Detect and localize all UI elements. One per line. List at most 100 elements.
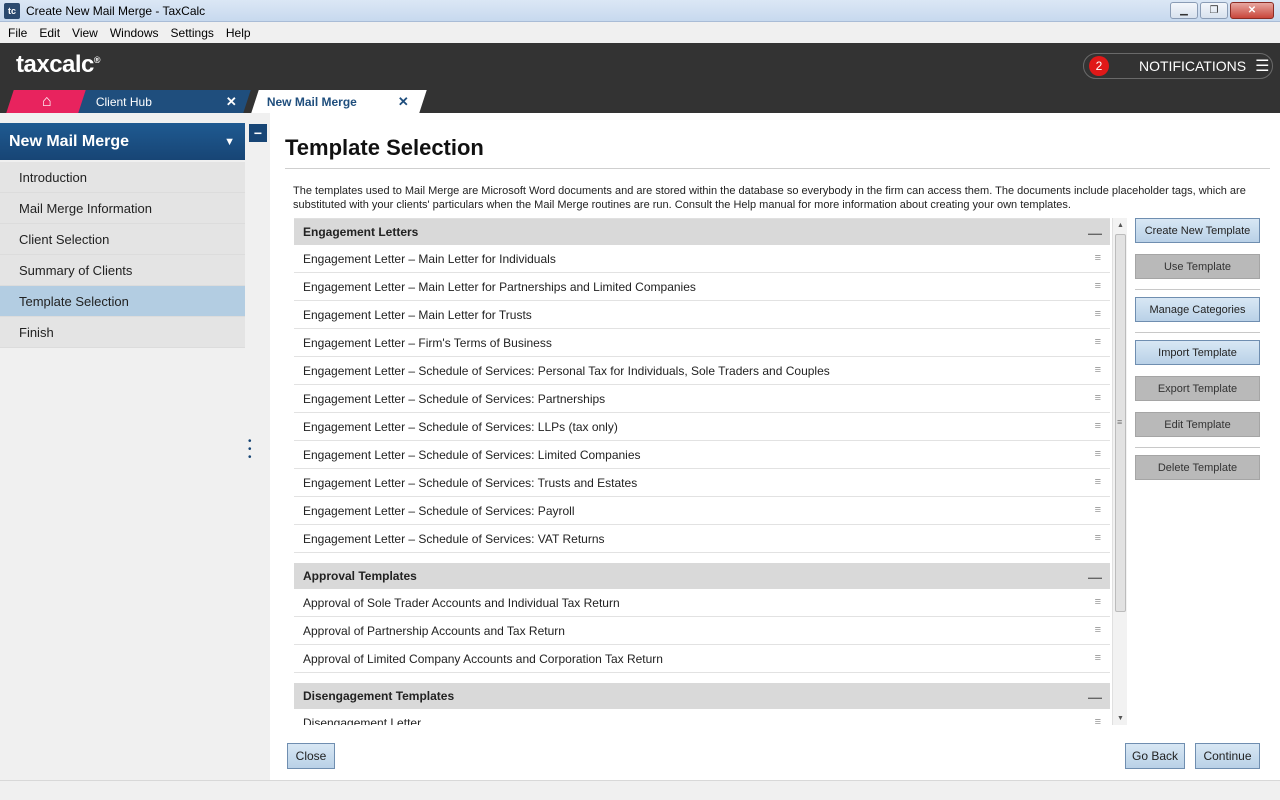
template-row[interactable]: Engagement Letter – Schedule of Services… [294, 497, 1110, 525]
drag-handle-icon[interactable]: ≡ [1095, 309, 1101, 320]
template-row[interactable]: Engagement Letter – Schedule of Services… [294, 469, 1110, 497]
continue-button[interactable]: Continue [1195, 743, 1260, 769]
template-row[interactable]: Engagement Letter – Main Letter for Indi… [294, 245, 1110, 273]
sidebar-item-template-selection[interactable]: Template Selection [0, 286, 245, 317]
drag-handle-icon[interactable]: ≡ [1095, 253, 1101, 264]
template-row[interactable]: Engagement Letter – Main Letter for Trus… [294, 301, 1110, 329]
menu-bar: File Edit View Windows Settings Help [0, 22, 1280, 43]
template-name: Engagement Letter – Schedule of Services… [303, 475, 638, 490]
template-name: Engagement Letter – Schedule of Services… [303, 531, 605, 546]
delete-template-button[interactable]: Delete Template [1135, 455, 1260, 480]
manage-categories-button[interactable]: Manage Categories [1135, 297, 1260, 322]
drag-handle-icon[interactable]: ≡ [1095, 653, 1101, 664]
drag-handle-icon[interactable]: ≡ [1095, 281, 1101, 292]
template-list: Engagement Letters — Engagement Letter – M… [294, 218, 1110, 725]
template-row[interactable]: Engagement Letter – Schedule of Services… [294, 441, 1110, 469]
use-template-button[interactable]: Use Template [1135, 254, 1260, 279]
import-template-button[interactable]: Import Template [1135, 340, 1260, 365]
template-name: Approval of Limited Company Accounts and… [303, 651, 663, 666]
template-name: Engagement Letter – Main Letter for Trus… [303, 307, 532, 322]
drag-handle-icon[interactable]: ≡ [1095, 625, 1101, 636]
close-icon[interactable]: ✕ [1230, 2, 1274, 19]
template-name: Approval of Partnership Accounts and Tax… [303, 623, 565, 638]
menu-settings[interactable]: Settings [165, 26, 220, 40]
button-divider [1135, 332, 1260, 333]
category-header[interactable]: Approval Templates — [294, 563, 1110, 589]
sidebar-item-finish[interactable]: Finish [0, 317, 245, 348]
edit-template-button[interactable]: Edit Template [1135, 412, 1260, 437]
chevron-down-icon: ▼ [224, 135, 235, 148]
category-header[interactable]: Engagement Letters — [294, 219, 1110, 245]
scroll-down-icon[interactable]: ▼ [1113, 711, 1128, 725]
close-tab-icon[interactable]: ✕ [226, 94, 237, 110]
template-name: Engagement Letter – Schedule of Services… [303, 363, 830, 378]
drag-handle-icon[interactable]: ≡ [1095, 717, 1101, 726]
menu-windows[interactable]: Windows [104, 26, 165, 40]
template-list-scrollbar[interactable]: ▲ ≡ ▼ [1112, 218, 1127, 725]
close-button[interactable]: Close [287, 743, 335, 769]
tab-home[interactable]: ⌂ [6, 90, 88, 113]
template-row[interactable]: Engagement Letter – Firm's Terms of Busi… [294, 329, 1110, 357]
button-divider [1135, 289, 1260, 290]
title-divider [285, 168, 1270, 169]
export-template-button[interactable]: Export Template [1135, 376, 1260, 401]
template-name: Engagement Letter – Schedule of Services… [303, 503, 575, 518]
drag-handle-icon[interactable]: ≡ [1095, 365, 1101, 376]
scroll-up-icon[interactable]: ▲ [1113, 218, 1128, 232]
template-row[interactable]: Approval of Partnership Accounts and Tax… [294, 617, 1110, 645]
notifications-button[interactable]: 2 NOTIFICATIONS ☰ [1083, 53, 1273, 79]
drag-handle-icon[interactable]: ≡ [1095, 393, 1101, 404]
sidebar-item-mail-merge-information[interactable]: Mail Merge Information [0, 193, 245, 224]
collapse-category-icon[interactable]: — [1088, 689, 1102, 705]
template-row[interactable]: Approval of Limited Company Accounts and… [294, 645, 1110, 673]
wizard-steps: Introduction Mail Merge Information Client… [0, 162, 245, 348]
sidebar-item-client-selection[interactable]: Client Selection [0, 224, 245, 255]
drag-handle-icon[interactable]: ≡ [1095, 337, 1101, 348]
category-header[interactable]: Disengagement Templates — [294, 683, 1110, 709]
splitter-handle[interactable]: • • • [248, 437, 252, 463]
notifications-label: NOTIFICATIONS [1139, 58, 1247, 74]
close-tab-icon[interactable]: ✕ [398, 94, 409, 110]
minimize-icon[interactable]: ▁ [1170, 2, 1198, 19]
menu-help[interactable]: Help [220, 26, 257, 40]
restore-icon[interactable]: ❐ [1200, 2, 1228, 19]
template-row[interactable]: Engagement Letter – Schedule of Services… [294, 357, 1110, 385]
drag-handle-icon[interactable]: ≡ [1095, 505, 1101, 516]
menu-view[interactable]: View [66, 26, 104, 40]
tab-client-hub[interactable]: Client Hub ✕ [78, 90, 251, 113]
create-new-template-button[interactable]: Create New Template [1135, 218, 1260, 243]
menu-edit[interactable]: Edit [33, 26, 66, 40]
home-icon: ⌂ [42, 92, 52, 110]
drag-handle-icon[interactable]: ≡ [1095, 533, 1101, 544]
template-row[interactable]: Engagement Letter – Schedule of Services… [294, 385, 1110, 413]
drag-handle-icon[interactable]: ≡ [1095, 597, 1101, 608]
tab-new-mail-merge[interactable]: New Mail Merge ✕ [251, 90, 427, 113]
menu-file[interactable]: File [2, 26, 33, 40]
drag-handle-icon[interactable]: ≡ [1095, 449, 1101, 460]
template-row[interactable]: Approval of Sole Trader Accounts and Ind… [294, 589, 1110, 617]
drag-handle-icon[interactable]: ≡ [1095, 477, 1101, 488]
window-title-bar: tc Create New Mail Merge - TaxCalc ▁ ❐ ✕ [0, 0, 1280, 22]
intro-text: The templates used to Mail Merge are Mic… [293, 185, 1246, 211]
template-row[interactable]: Engagement Letter – Schedule of Services… [294, 413, 1110, 441]
sidebar-item-summary-of-clients[interactable]: Summary of Clients [0, 255, 245, 286]
drag-handle-icon[interactable]: ≡ [1095, 421, 1101, 432]
wizard-sidebar: New Mail Merge ▼ Introduction Mail Merge … [0, 113, 245, 780]
taxcalc-logo: taxcalc® [16, 51, 101, 78]
tab-new-mail-merge-label: New Mail Merge [267, 94, 358, 109]
sidebar-title[interactable]: New Mail Merge ▼ [0, 123, 245, 160]
notification-count-badge: 2 [1089, 56, 1109, 76]
go-back-button[interactable]: Go Back [1125, 743, 1185, 769]
button-divider [1135, 447, 1260, 448]
template-name: Engagement Letter – Main Letter for Indi… [303, 251, 556, 266]
collapse-category-icon[interactable]: — [1088, 569, 1102, 585]
sidebar-item-introduction[interactable]: Introduction [0, 162, 245, 193]
template-row[interactable]: Engagement Letter – Main Letter for Part… [294, 273, 1110, 301]
template-row[interactable]: Engagement Letter – Schedule of Services… [294, 525, 1110, 553]
grip-icon: ≡ [1117, 417, 1123, 427]
collapse-category-icon[interactable]: — [1088, 225, 1102, 241]
scroll-thumb[interactable]: ≡ [1115, 234, 1126, 612]
window-title: Create New Mail Merge - TaxCalc [26, 3, 206, 18]
collapse-panel-button[interactable]: − [249, 124, 267, 142]
template-row[interactable]: Disengagement Letter ≡ [294, 709, 1110, 725]
